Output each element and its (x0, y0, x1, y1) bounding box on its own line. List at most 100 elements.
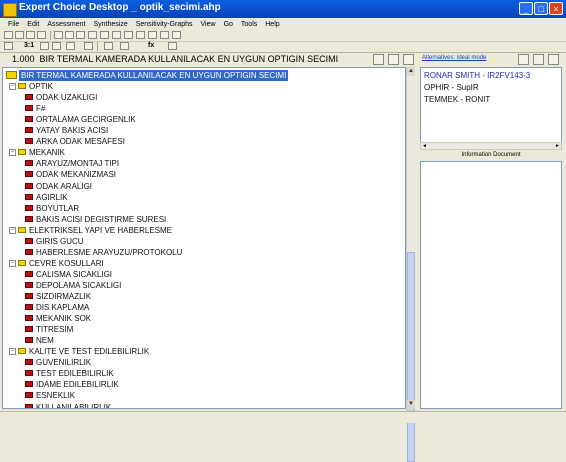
grid-icon[interactable] (168, 42, 177, 50)
cut-icon[interactable] (100, 31, 109, 39)
collapse-icon[interactable]: − (9, 83, 16, 91)
tree-node-label: ODAK ARALIGI (36, 181, 93, 191)
goal-bar: 1.000 BIR TERMAL KAMERADA KULLANILACAK E… (2, 54, 414, 66)
leaf-marker-icon (25, 237, 33, 244)
menu-item[interactable]: Synthesize (93, 21, 127, 28)
tree-node-label: ESNEKLIK (36, 391, 76, 401)
open-file-icon[interactable] (15, 31, 24, 39)
window-title: Expert Choice Desktop _ optik_secimi.ahp (19, 2, 221, 13)
check-icon[interactable] (37, 31, 46, 39)
information-document-pane[interactable] (420, 161, 562, 409)
tree-node-label: TEST EDILEBILIRLIK (36, 369, 114, 379)
tree-node-label: DIS KAPLAMA (36, 303, 90, 313)
leaf-marker-icon (25, 116, 33, 123)
collapse-icon[interactable]: − (9, 226, 16, 234)
tree-node-label: CALISMA SICAKLIGI (36, 269, 113, 279)
goal-priority: 1.000 (12, 54, 35, 64)
minimize-button[interactable]: _ (519, 2, 533, 15)
tree-options-icon[interactable] (403, 54, 414, 65)
copy-icon[interactable] (65, 31, 74, 39)
formula-button[interactable]: fx (148, 42, 154, 49)
collapse-tree-icon[interactable] (388, 54, 399, 65)
menu-item[interactable]: View (201, 21, 216, 28)
menu-item[interactable]: Assessment (47, 21, 85, 28)
level-button[interactable]: 3:1 (24, 42, 34, 49)
print-icon[interactable] (54, 31, 63, 39)
collapse-icon[interactable]: − (9, 259, 16, 267)
menu-item[interactable]: Sensitivity-Graphs (136, 21, 193, 28)
menu-item[interactable]: Help (265, 21, 279, 28)
leaf-marker-icon (25, 182, 33, 189)
leaf-marker-icon (25, 337, 33, 344)
menu-item[interactable]: Tools (241, 21, 257, 28)
ordered-list-icon[interactable] (66, 42, 75, 50)
alternative-item[interactable]: RONAR SMITH - IR2FV143-3 (424, 71, 530, 80)
leaf-marker-icon (25, 248, 33, 255)
tree-node-label: MEKANIK SOK (36, 314, 92, 324)
node-marker-icon (18, 226, 26, 233)
menu-item[interactable]: Go (224, 21, 233, 28)
up-arrow-icon[interactable] (88, 31, 97, 39)
menu-item[interactable]: Edit (27, 21, 39, 28)
scroll-thumb[interactable] (407, 252, 415, 462)
new-file-icon[interactable] (4, 31, 13, 39)
refresh-icon[interactable] (124, 31, 133, 39)
scroll-down-arrow-icon[interactable]: ▼ (407, 400, 415, 409)
scroll-up-arrow-icon[interactable]: ▲ (407, 67, 415, 76)
leaf-marker-icon (25, 403, 33, 408)
priority-icon[interactable] (40, 42, 49, 50)
alternatives-header: Alternatives: Ideal mode (420, 54, 566, 66)
tree-node-label: YATAY BAKIS ACISI (36, 126, 109, 136)
node-marker-icon (18, 83, 26, 90)
scroll-left-arrow-icon[interactable]: ◄ (422, 143, 427, 149)
collapse-icon[interactable]: − (9, 149, 16, 157)
alternatives-options-icon[interactable] (548, 54, 559, 65)
model-tree[interactable]: BIR TERMAL KAMERADA KULLANILACAK EN UYGU… (2, 67, 406, 409)
alternative-item[interactable]: OPHIR - SupIR (424, 83, 479, 92)
distributive-mode-icon[interactable] (533, 54, 544, 65)
font-size-icon[interactable] (148, 31, 157, 39)
indent-icon[interactable] (120, 42, 129, 50)
tree-vertical-scrollbar[interactable]: ▲ ▼ (406, 67, 415, 462)
list-icon[interactable] (52, 42, 61, 50)
alternatives-list[interactable]: RONAR SMITH - IR2FV143-3 OPHIR - SupIR TEM… (420, 67, 562, 149)
filter-icon[interactable] (104, 42, 113, 50)
alternatives-horizontal-scrollbar[interactable]: ◄ ► (420, 142, 562, 150)
align-icon[interactable] (84, 42, 93, 50)
tree-node-label: NEM (36, 336, 54, 346)
leaf-marker-icon (25, 381, 33, 388)
title-bar: Expert Choice Desktop _ optik_secimi.ahp… (0, 0, 566, 18)
node-marker-icon (18, 348, 26, 355)
app-icon (3, 3, 17, 17)
redo-icon[interactable] (112, 31, 121, 39)
tree-view-icon[interactable] (4, 42, 13, 50)
tree-node-label: DEPOLAMA SICAKLIGI (36, 280, 122, 290)
font-shrink-icon[interactable] (160, 31, 169, 39)
alternatives-mode-link[interactable]: Alternatives: Ideal mode (422, 55, 486, 61)
ideal-mode-icon[interactable] (518, 54, 529, 65)
leaf-marker-icon (25, 315, 33, 322)
toolbar-separator (50, 31, 51, 40)
toolbar-secondary: 3:1 fx (0, 41, 566, 53)
find-icon[interactable] (136, 31, 145, 39)
collapse-icon[interactable]: − (9, 348, 16, 356)
close-button[interactable]: × (549, 2, 563, 15)
tree-node-label: CEVRE KOSULLARI (29, 258, 104, 268)
alternative-item[interactable]: TEMMEK - RONIT (424, 95, 490, 104)
leaf-marker-icon (25, 127, 33, 134)
goal-text: BIR TERMAL KAMERADA KULLANILACAK EN UYGU… (39, 54, 339, 64)
expand-tree-icon[interactable] (373, 54, 384, 65)
tree-node-label: IDAME EDILEBILIRLIK (36, 380, 119, 390)
tree-node-label: AGIRLIK (36, 192, 68, 202)
maximize-button[interactable]: □ (534, 2, 548, 15)
scroll-right-arrow-icon[interactable]: ► (555, 143, 560, 149)
menu-item[interactable]: File (8, 21, 19, 28)
tree-node-label: BIR TERMAL KAMERADA KULLANILACAK EN UYGU… (19, 70, 289, 81)
save-icon[interactable] (26, 31, 35, 39)
leaf-marker-icon (25, 94, 33, 101)
leaf-marker-icon (25, 171, 33, 178)
paste-icon[interactable] (76, 31, 85, 39)
settings-icon[interactable] (172, 31, 181, 39)
tree-node-label: BAKIS ACISI DEGISTIRME SURESI (36, 214, 167, 224)
leaf-marker-icon (25, 359, 33, 366)
